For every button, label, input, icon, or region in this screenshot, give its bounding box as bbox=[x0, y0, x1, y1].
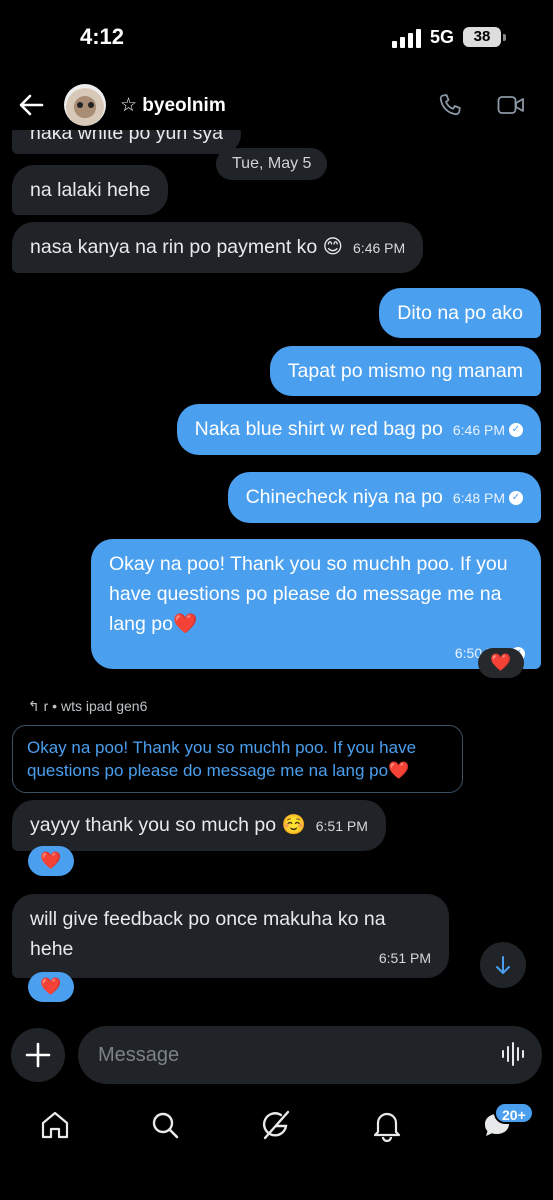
search-icon[interactable] bbox=[148, 1108, 182, 1142]
message-incoming[interactable]: nasa kanya na rin po payment ko 😊 6:46 PM bbox=[12, 222, 424, 273]
message-incoming[interactable]: yayyy thank you so much po ☺️ 6:51 PM bbox=[12, 800, 386, 851]
message-outgoing[interactable]: Tapat po mismo ng manam bbox=[269, 346, 541, 396]
message-text: Okay na poo! Thank you so muchh poo. If … bbox=[109, 553, 508, 635]
avatar-eye bbox=[88, 102, 94, 108]
back-arrow-icon[interactable] bbox=[18, 92, 44, 118]
grok-icon[interactable] bbox=[259, 1108, 293, 1142]
message-text: Dito na po ako bbox=[397, 302, 523, 324]
reaction-heart[interactable]: ❤️ bbox=[28, 846, 74, 876]
message-time: 6:51 PM bbox=[315, 818, 368, 834]
avatar-eye bbox=[77, 102, 83, 108]
reaction-heart[interactable]: ❤️ bbox=[28, 972, 74, 1002]
message-text: na lalaki hehe bbox=[30, 179, 151, 201]
message-time: 6:46 PM bbox=[452, 422, 505, 438]
chevron-down-icon bbox=[496, 956, 510, 974]
message-outgoing[interactable]: Chinecheck niya na po 6:48 PM ✓ bbox=[227, 472, 541, 523]
status-time: 4:12 bbox=[80, 24, 125, 49]
video-camera-icon[interactable] bbox=[497, 94, 525, 116]
home-icon[interactable] bbox=[38, 1108, 72, 1142]
message-time: 6:51 PM bbox=[378, 950, 431, 966]
message-text: nasa kanya na rin po payment ko 😊 bbox=[30, 236, 344, 258]
message-text: Naka blue shirt w red bag po bbox=[194, 418, 443, 440]
phone-icon[interactable] bbox=[438, 93, 462, 117]
quoted-message[interactable]: Okay na poo! Thank you so muchh poo. If … bbox=[12, 725, 463, 793]
message-incoming[interactable]: will give feedback po once makuha ko na … bbox=[12, 894, 449, 978]
status-bar: 4:12 5G 38 bbox=[0, 0, 553, 72]
check-circle-icon: ✓ bbox=[509, 422, 523, 437]
message-outgoing[interactable]: Okay na poo! Thank you so muchh poo. If … bbox=[91, 539, 541, 669]
message-text: yayyy thank you so much po ☺️ bbox=[30, 814, 306, 836]
messages-badge: 20+ bbox=[494, 1102, 534, 1124]
message-composer bbox=[0, 1024, 553, 1086]
message-time: 6:48 PM bbox=[452, 490, 505, 506]
message-thread[interactable]: naka white po yun sya Tue, May 5 na lala… bbox=[0, 130, 553, 1010]
voice-wave-icon[interactable] bbox=[500, 1041, 526, 1067]
bottom-navigation: 20+ bbox=[0, 1098, 553, 1158]
scroll-to-bottom-button[interactable] bbox=[480, 942, 526, 988]
message-text: naka white po yun sya bbox=[30, 130, 223, 144]
contact-avatar[interactable] bbox=[64, 84, 106, 126]
contact-name[interactable]: ☆ byeolnim bbox=[120, 94, 226, 117]
message-outgoing[interactable]: Naka blue shirt w red bag po 6:46 PM ✓ bbox=[176, 404, 541, 455]
conversation-header: ☆ byeolnim bbox=[0, 80, 553, 130]
message-time: 6:46 PM bbox=[353, 240, 406, 256]
bell-icon[interactable] bbox=[370, 1108, 404, 1142]
plus-icon bbox=[25, 1042, 51, 1068]
message-outgoing[interactable]: Dito na po ako bbox=[379, 288, 541, 338]
reaction-heart[interactable]: ❤️ bbox=[478, 648, 524, 678]
message-text: Chinecheck niya na po bbox=[245, 486, 443, 508]
message-input[interactable] bbox=[78, 1026, 542, 1084]
check-circle-icon: ✓ bbox=[509, 490, 523, 505]
message-text: will give feedback po once makuha ko na … bbox=[30, 908, 386, 960]
reply-context-text: r • wts ipad gen6 bbox=[43, 698, 148, 714]
battery-indicator: 38 bbox=[463, 27, 506, 47]
message-incoming[interactable]: na lalaki hehe bbox=[12, 165, 169, 215]
message-text: Tapat po mismo ng manam bbox=[287, 360, 523, 382]
date-separator: Tue, May 5 bbox=[216, 148, 328, 180]
message-incoming-partial[interactable]: naka white po yun sya bbox=[12, 130, 241, 154]
attach-button[interactable] bbox=[11, 1028, 65, 1082]
network-type: 5G bbox=[430, 27, 455, 47]
cellular-signal-icon bbox=[392, 29, 421, 48]
reply-context-label: ↰ r • wts ipad gen6 bbox=[28, 698, 148, 714]
